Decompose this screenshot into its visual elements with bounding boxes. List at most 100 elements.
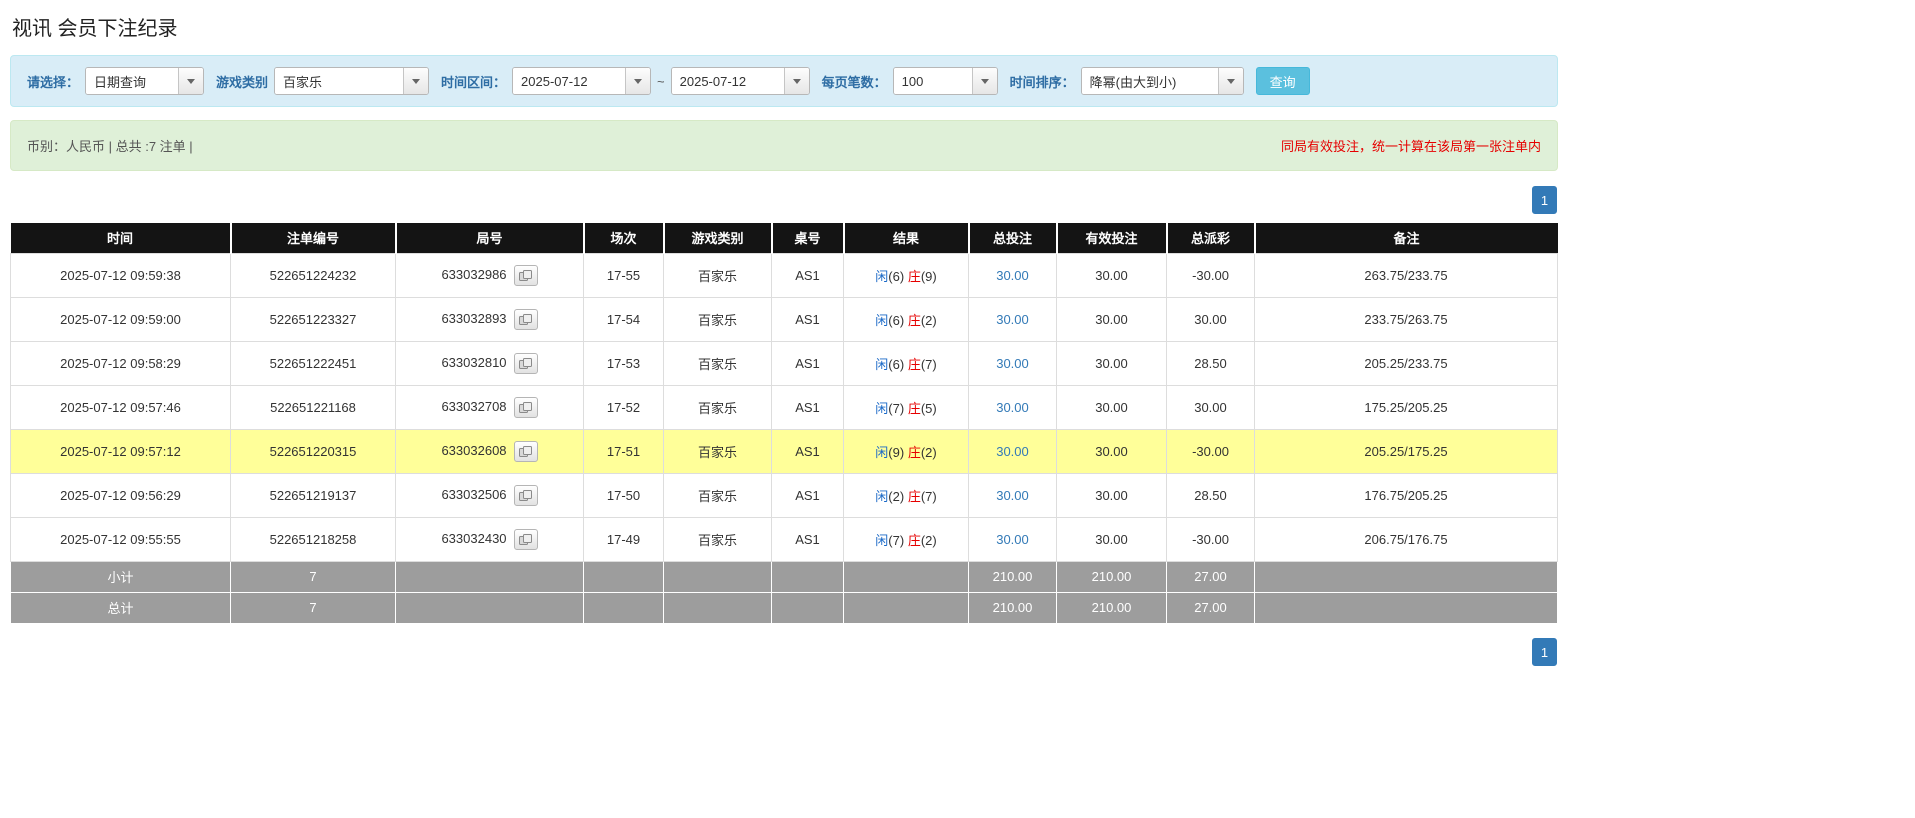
round-result-button[interactable] (513, 352, 538, 374)
table-row[interactable]: 2025-07-12 09:57:46 522651221168 633032708… (10, 384, 1558, 430)
remark-cell: 233.75/263.75 (1254, 296, 1558, 342)
filter-bar: 请选择： 游戏类别 时间区间： ~ 每页笔数： 时间排序： (10, 55, 1558, 107)
page-size-combo (892, 67, 998, 95)
subtotal-empty-cell (663, 560, 772, 593)
banker-result-score: (2) (920, 444, 937, 460)
search-button[interactable]: 查询 (1255, 67, 1310, 95)
date-to-dropdown-button[interactable] (783, 68, 809, 94)
query-type-dropdown-button[interactable] (178, 68, 204, 94)
game-type-dropdown-button[interactable] (403, 68, 429, 94)
round-result-button[interactable] (513, 264, 538, 286)
page-size-input[interactable] (893, 68, 972, 94)
total-bet-link[interactable]: 30.00 (996, 356, 1029, 371)
game-type-combo (274, 67, 430, 95)
total-empty-cell (395, 591, 584, 624)
col-header-payout: 总派彩 (1166, 223, 1256, 253)
col-header-result: 结果 (843, 223, 970, 253)
date-to-combo (670, 67, 810, 95)
total-bet-cell: 30.00 (968, 296, 1057, 342)
round-result-button[interactable] (513, 308, 538, 330)
chevron-down-icon (792, 78, 801, 84)
round-id: 633032986 (441, 266, 507, 282)
game-type-input[interactable] (275, 68, 404, 94)
result-cell: 闲(6) 庄(9) (843, 252, 969, 298)
summary-bar: 币别：人民币 | 总共 :7 注单 | 同局有效投注，统一计算在该局第一张注单内 (10, 120, 1558, 171)
total-bet-link[interactable]: 30.00 (996, 444, 1029, 459)
banker-result-label: 庄 (907, 356, 921, 372)
time-cell: 2025-07-12 09:59:38 (10, 252, 231, 298)
bet-id-cell: 522651218258 (230, 516, 396, 562)
round-id: 633032708 (441, 398, 507, 414)
table-row[interactable]: 2025-07-12 09:58:29 522651222451 633032810… (10, 340, 1558, 386)
table-row[interactable]: 2025-07-12 09:55:55 522651218258 633032430… (10, 516, 1558, 562)
bets-table: 时间 注单编号 局号 场次 游戏类别 桌号 结果 总投注 有效投注 总派彩 备注… (10, 223, 1558, 624)
round-result-button[interactable] (513, 484, 538, 506)
time-cell: 2025-07-12 09:57:46 (10, 384, 231, 430)
bet-id-cell: 522651223327 (230, 296, 396, 342)
session-cell: 17-50 (583, 472, 664, 518)
round-id: 633032506 (441, 486, 507, 502)
banker-result-score: (2) (920, 312, 937, 328)
chevron-down-icon (634, 78, 643, 84)
game-type-cell: 百家乐 (663, 252, 772, 298)
player-result-score: (6) (888, 268, 905, 284)
player-result-score: (9) (888, 444, 905, 460)
col-header-round: 局号 (395, 223, 585, 253)
session-cell: 17-53 (583, 340, 664, 386)
time-cell: 2025-07-12 09:56:29 (10, 472, 231, 518)
round-result-button[interactable] (513, 396, 538, 418)
subtotal-empty-cell (1254, 560, 1558, 593)
valid-bet-cell: 30.00 (1056, 296, 1167, 342)
game-type-cell: 百家乐 (663, 340, 772, 386)
col-header-remark: 备注 (1254, 223, 1558, 253)
subtotal-empty-cell (395, 560, 584, 593)
cards-icon (519, 445, 533, 457)
banker-result-score: (2) (920, 532, 937, 548)
date-from-dropdown-button[interactable] (625, 68, 651, 94)
cards-icon (519, 269, 533, 281)
query-type-combo (85, 67, 205, 95)
table-row[interactable]: 2025-07-12 09:56:29 522651219137 633032506… (10, 472, 1558, 518)
total-bet-link[interactable]: 30.00 (996, 532, 1029, 547)
total-bet-link[interactable]: 30.00 (996, 400, 1029, 415)
total-bet-link[interactable]: 30.00 (996, 268, 1029, 283)
date-from-combo (512, 67, 652, 95)
round-result-button[interactable] (513, 528, 538, 550)
select-label: 请选择： (27, 74, 80, 90)
player-result-label: 闲 (875, 444, 889, 460)
total-bet-link[interactable]: 30.00 (996, 312, 1029, 327)
result-cell: 闲(2) 庄(7) (843, 472, 969, 518)
sort-input[interactable] (1081, 68, 1218, 94)
query-type-input[interactable] (86, 68, 179, 94)
banker-result-score: (5) (920, 400, 937, 416)
table-row[interactable]: 2025-07-12 09:57:12 522651220315 633032608… (10, 428, 1558, 474)
valid-bet-cell: 30.00 (1056, 340, 1167, 386)
col-header-total-bet: 总投注 (968, 223, 1058, 253)
page-content: 视讯 会员下注纪录 请选择： 游戏类别 时间区间： ~ 每页笔数： 时间排序： (10, 12, 1558, 666)
total-bet-link[interactable]: 30.00 (996, 488, 1029, 503)
remark-cell: 176.75/205.25 (1254, 472, 1558, 518)
total-bet-cell: 30.00 (968, 384, 1057, 430)
pagination-page-1[interactable]: 1 (1532, 637, 1557, 666)
page-size-dropdown-button[interactable] (971, 68, 997, 94)
banker-result-label: 庄 (907, 488, 921, 504)
pagination-page-1[interactable]: 1 (1532, 186, 1557, 214)
chevron-down-icon (980, 78, 989, 84)
game-type-cell: 百家乐 (663, 428, 772, 474)
table-row[interactable]: 2025-07-12 09:59:38 522651224232 633032986… (10, 252, 1558, 298)
valid-bet-cell: 30.00 (1056, 516, 1167, 562)
bet-id-cell: 522651222451 (230, 340, 396, 386)
date-to-input[interactable] (671, 68, 784, 94)
session-cell: 17-52 (583, 384, 664, 430)
banker-result-label: 庄 (907, 312, 921, 328)
sort-dropdown-button[interactable] (1217, 68, 1243, 94)
valid-bet-cell: 30.00 (1056, 384, 1167, 430)
player-result-score: (7) (888, 400, 905, 416)
banker-result-score: (9) (920, 268, 937, 284)
round-cell: 633032430 (395, 516, 584, 562)
date-from-input[interactable] (513, 68, 626, 94)
round-result-button[interactable] (513, 440, 538, 462)
valid-bet-cell: 30.00 (1056, 428, 1167, 474)
table-row[interactable]: 2025-07-12 09:59:00 522651223327 633032893… (10, 296, 1558, 342)
page-title: 视讯 会员下注纪录 (12, 18, 178, 40)
